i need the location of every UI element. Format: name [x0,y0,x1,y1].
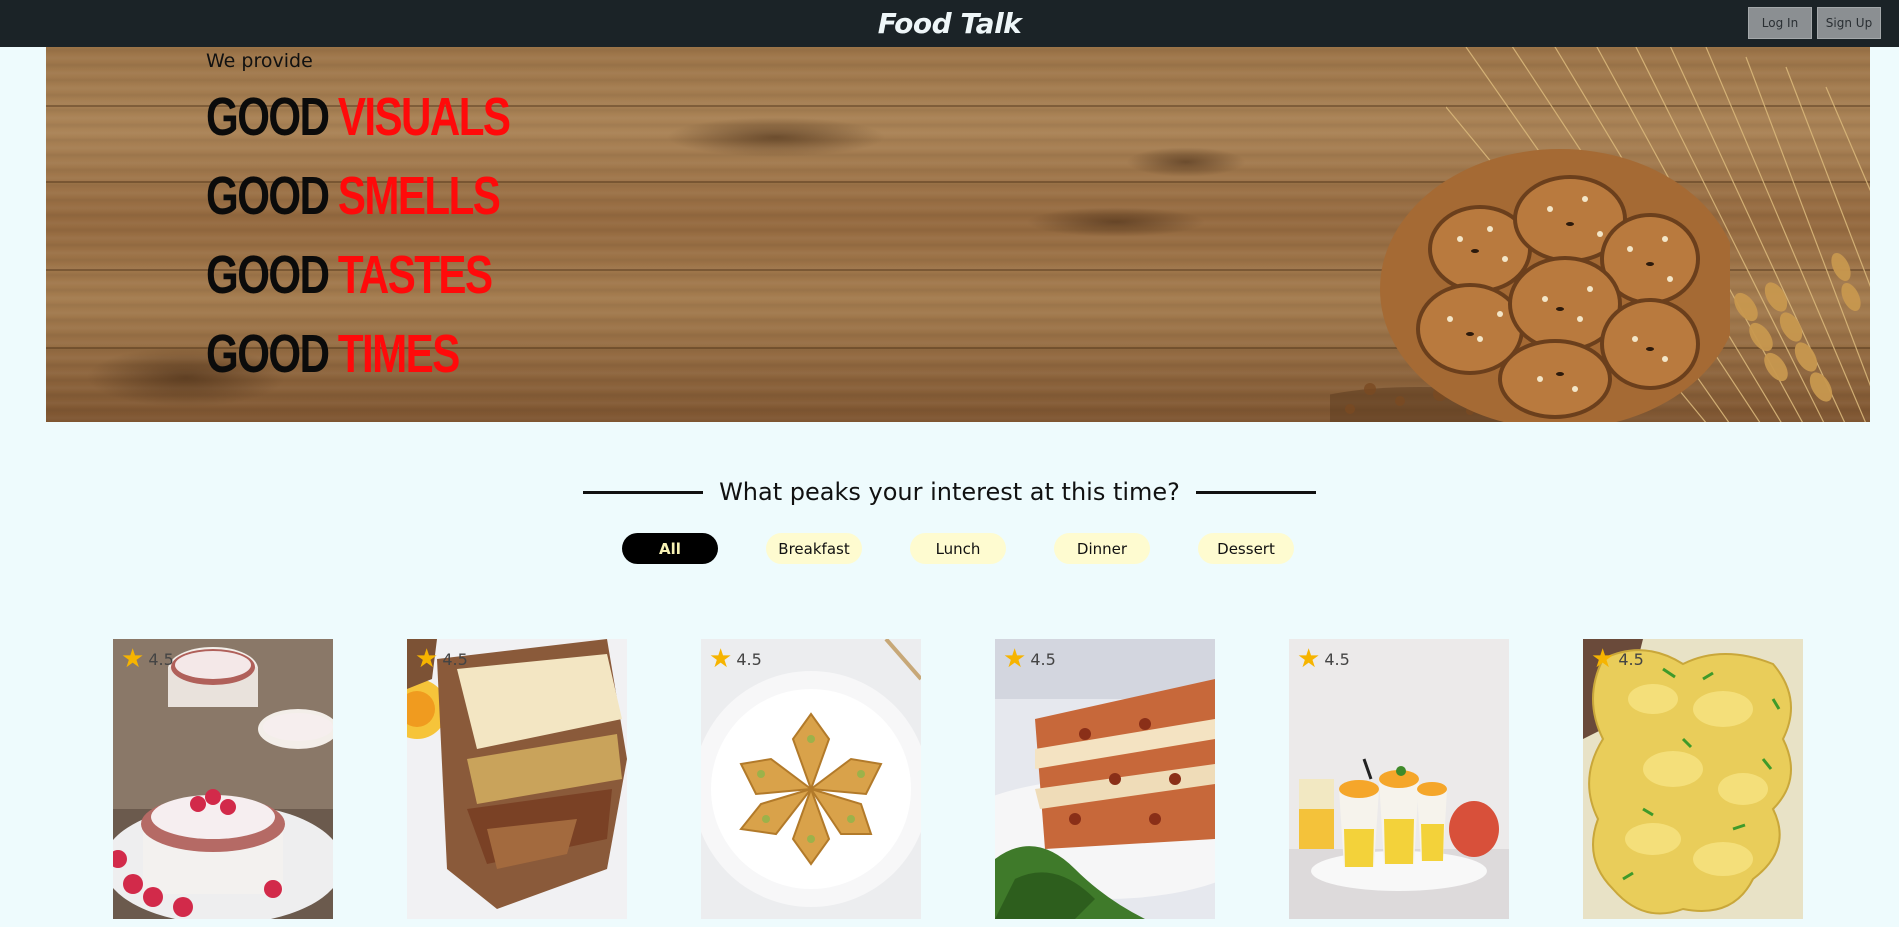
star-icon: ★ [121,644,145,674]
hero-intro: We provide [206,50,313,72]
star-icon: ★ [1003,644,1027,674]
star-icon: ★ [1297,644,1321,674]
bread-illustration [1330,149,1730,422]
food-card[interactable]: ★ 4.5 [407,639,627,919]
filter-dinner[interactable]: Dinner [1054,533,1150,564]
hero-line-lead: GOOD [206,324,330,384]
rating-value: 4.5 [736,649,762,669]
brand-logo[interactable]: Food Talk [0,0,1899,47]
filter-dessert[interactable]: Dessert [1198,533,1294,564]
hero-line-accent: VISUALS [337,87,511,147]
wood-knot [666,117,886,157]
baklava-photo [701,639,921,919]
section-heading: What peaks your interest at this time? [0,478,1899,506]
hero-line: GOOD TIMES [206,324,460,384]
wood-knot [1126,147,1246,177]
filter-breakfast[interactable]: Breakfast [766,533,862,564]
rating: ★ 4.5 [121,646,174,672]
hero-line: GOOD VISUALS [206,87,511,147]
rating: ★ 4.5 [1297,646,1350,672]
scrambled-eggs-photo [1583,639,1803,919]
filter-lunch[interactable]: Lunch [910,533,1006,564]
filter-all[interactable]: All [622,533,718,564]
food-card[interactable]: ★ 4.5 [995,639,1215,919]
star-icon: ★ [415,644,439,674]
wood-knot [1026,207,1206,237]
hero-line-accent: TASTES [337,245,493,305]
rating: ★ 4.5 [1003,646,1056,672]
hero-line-lead: GOOD [206,245,330,305]
login-button[interactable]: Log In [1748,7,1812,39]
food-card[interactable]: ★ 4.5 [701,639,921,919]
hero-line-lead: GOOD [206,87,330,147]
rating: ★ 4.5 [709,646,762,672]
food-card[interactable]: ★ 4.5 [1289,639,1509,919]
heading-rule-left [583,490,704,494]
signup-button[interactable]: Sign Up [1817,7,1881,39]
rating-value: 4.5 [1618,649,1644,669]
lasagna-slice-photo [407,639,627,919]
rating-value: 4.5 [148,649,174,669]
rating: ★ 4.5 [415,646,468,672]
lasagna-plate-photo [995,639,1215,919]
food-card[interactable]: ★ 4.5 [113,639,333,919]
rating-value: 4.5 [1030,649,1056,669]
section-title: What peaks your interest at this time? [719,478,1180,506]
hero-banner: We provide GOOD VISUALS GOOD SMELLS GOOD TA… [46,47,1870,422]
rating-value: 4.5 [442,649,468,669]
heading-rule-right [1195,490,1316,494]
rating-value: 4.5 [1324,649,1350,669]
hero-line-accent: TIMES [337,324,460,384]
souffle-photo [113,639,333,919]
hero-line: GOOD TASTES [206,245,493,305]
star-icon: ★ [709,644,733,674]
mango-pudding-photo [1289,639,1509,919]
top-bar: Food Talk Log In Sign Up [0,0,1899,47]
food-card[interactable]: ★ 4.5 [1583,639,1803,919]
hero-line-accent: SMELLS [337,166,501,226]
hero-line-lead: GOOD [206,166,330,226]
hero-line: GOOD SMELLS [206,166,501,226]
star-icon: ★ [1591,644,1615,674]
rating: ★ 4.5 [1591,646,1644,672]
